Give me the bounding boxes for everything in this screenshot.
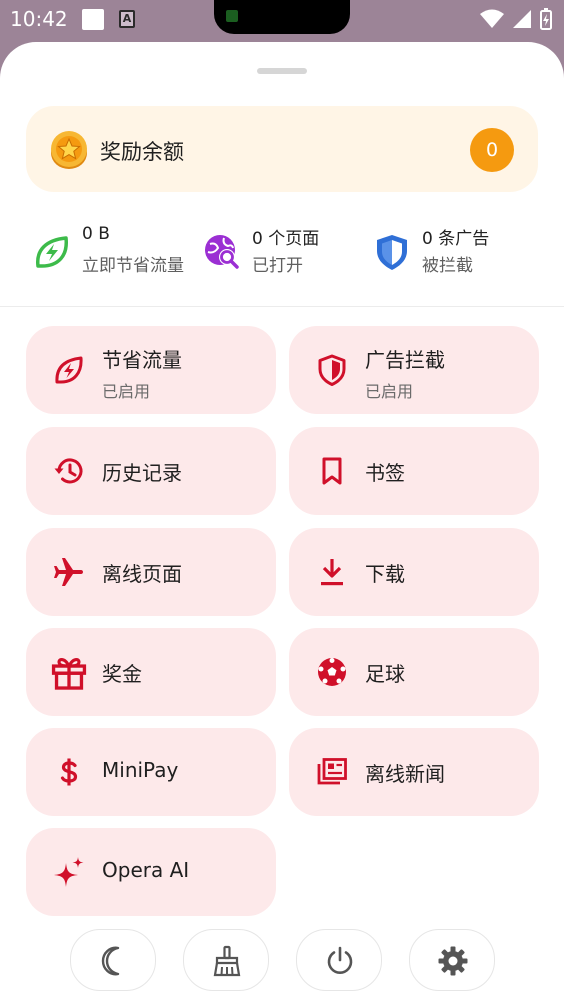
tile-status: 已启用	[365, 382, 414, 401]
night-mode-button[interactable]	[70, 929, 156, 991]
status-bar: 10:42 A	[0, 0, 564, 40]
data-saver-icon	[55, 356, 83, 384]
tile-label: 节省流量	[102, 348, 182, 372]
data-saver-icon	[36, 236, 68, 268]
gift-icon	[51, 658, 87, 690]
camera-cutout	[214, 0, 350, 34]
tile-football[interactable]: 足球	[289, 628, 539, 716]
bookmark-icon	[322, 457, 342, 485]
history-icon	[54, 458, 83, 484]
airplane-icon	[54, 558, 83, 586]
power-icon	[327, 946, 353, 974]
stat-value: 0 条广告	[422, 229, 490, 249]
soccer-ball-icon	[318, 658, 346, 686]
tile-label: MiniPay	[102, 758, 179, 782]
notification-a-icon: A	[119, 10, 135, 28]
tile-downloads[interactable]: 下载	[289, 528, 539, 616]
tile-ad-block[interactable]: 广告拦截 已启用	[289, 326, 539, 414]
tile-label: 下载	[365, 562, 405, 586]
stat-value: 0 B	[82, 224, 110, 244]
tile-offline-news[interactable]: 离线新闻	[289, 728, 539, 816]
wifi-icon	[480, 9, 504, 28]
battery-icon	[540, 8, 552, 30]
moon-icon	[101, 946, 120, 976]
tile-label: 离线新闻	[365, 762, 445, 786]
divider	[0, 306, 564, 307]
tile-history[interactable]: 历史记录	[26, 427, 276, 515]
status-icons	[480, 8, 552, 30]
clear-data-button[interactable]	[183, 929, 269, 991]
app-indicator-icon	[226, 10, 238, 22]
tile-minipay[interactable]: MiniPay	[26, 728, 276, 816]
signal-icon	[513, 10, 531, 28]
tile-label: Opera AI	[102, 858, 190, 882]
stat-label: 已打开	[252, 256, 303, 276]
broom-icon	[213, 945, 241, 977]
tile-label: 离线页面	[102, 562, 182, 586]
exit-button[interactable]	[296, 929, 382, 991]
star-coin-icon	[51, 131, 87, 169]
gear-icon	[438, 946, 468, 976]
stat-value: 0 个页面	[252, 229, 320, 249]
tile-data-saver[interactable]: 节省流量 已启用	[26, 326, 276, 414]
reward-balance-card[interactable]: 奖励余额 0	[26, 106, 538, 192]
download-icon	[321, 559, 343, 586]
drag-handle[interactable]	[257, 68, 307, 74]
tile-label: 书签	[365, 461, 405, 485]
dollar-icon	[60, 758, 78, 786]
tile-offline-pages[interactable]: 离线页面	[26, 528, 276, 616]
sparkle-icon	[54, 857, 84, 887]
globe-search-icon	[205, 235, 239, 269]
stat-label: 立即节省流量	[82, 256, 184, 276]
stat-label: 被拦截	[422, 256, 473, 276]
reward-label: 奖励余额	[100, 140, 184, 164]
tile-label: 足球	[365, 662, 405, 686]
notification-box-icon	[82, 9, 104, 30]
settings-button[interactable]	[409, 929, 495, 991]
tile-bonus[interactable]: 奖金	[26, 628, 276, 716]
shield-icon	[377, 235, 407, 270]
tile-label: 奖金	[102, 662, 142, 686]
reward-balance-badge: 0	[470, 128, 514, 172]
tile-opera-ai[interactable]: Opera AI	[26, 828, 276, 916]
tile-label: 广告拦截	[365, 348, 445, 372]
status-time: 10:42	[10, 7, 68, 31]
offline-news-icon	[317, 758, 347, 785]
tile-label: 历史记录	[102, 461, 182, 485]
ad-block-shield-icon	[318, 354, 346, 386]
menu-sheet: 奖励余额 0 0 B 立即节省流量 0 个页面 已打开 0 条广告 被拦截 节省…	[0, 42, 564, 1004]
tile-bookmarks[interactable]: 书签	[289, 427, 539, 515]
tile-status: 已启用	[102, 382, 151, 401]
